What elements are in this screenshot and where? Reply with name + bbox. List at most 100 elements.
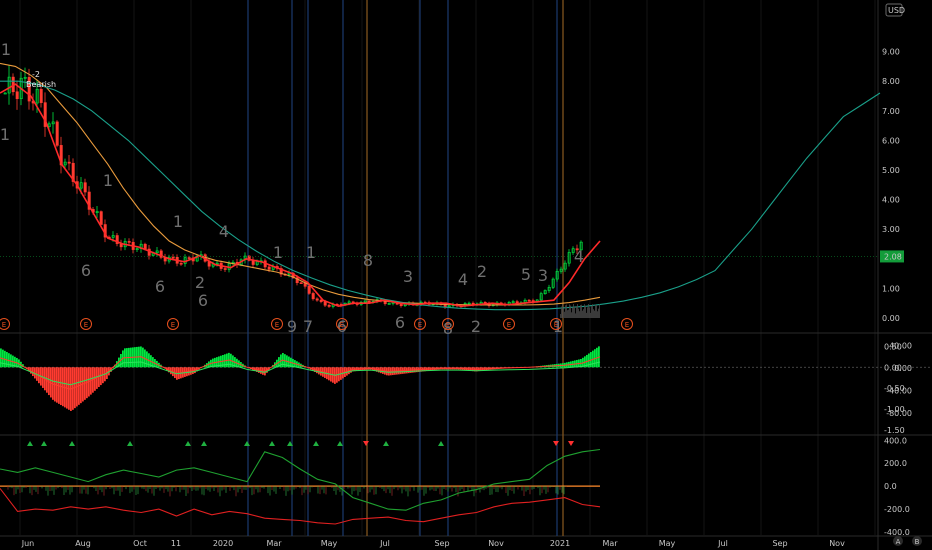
volume-bar [564,311,565,318]
indicator-axis-tick: 200.0 [884,459,907,468]
time-axis-tick: Aug [75,539,91,548]
price-axis-tick: 5.00 [882,166,900,175]
time-axis-tick: Jul [379,539,390,548]
price-axis-tick: 1.00 [882,284,900,293]
candle-body [267,266,271,270]
volume-bar [574,306,575,318]
time-axis-tick: Nov [488,539,504,548]
annotation-text: Bearish [26,80,56,89]
volume-bar [584,304,585,318]
candle-body [399,303,403,307]
earnings-marker-label: E [507,321,511,329]
indicator-axis-tick: 400.0 [884,436,907,445]
sequence-count: 1 [306,243,316,262]
signal-triangle-up-icon [337,441,343,446]
volume-bar [562,304,563,318]
sequence-count: 3 [538,266,548,285]
volume-bar [566,304,567,318]
time-axis-tick: Nov [829,539,845,548]
sequence-count: 2 [471,317,481,336]
volume-bar [561,306,562,318]
indicator-axis-tick: -400.0 [884,528,910,537]
signal-triangle-down-icon [568,441,574,446]
earnings-marker-label: E [446,321,450,329]
candle-body [143,243,147,250]
indicator-line-green [0,448,601,511]
candle-body [311,293,315,300]
sequence-count: 2 [195,273,205,292]
sequence-count: 2 [477,262,487,281]
volume-bar [599,304,600,318]
volume-bar [563,308,564,318]
osc-axis-tick-left: -1.50 [884,426,905,435]
volume-bar [575,313,576,318]
volume-bar [585,305,586,318]
osc-axis-tick-right: 0.00 [894,364,912,373]
candle-body [99,211,103,225]
sequence-count: 4 [458,270,468,289]
signal-triangle-up-icon [383,441,389,446]
osc-axis-tick-right: 40.00 [889,342,912,351]
volume-bar [565,305,566,318]
volume-bar [572,307,573,318]
time-axis-tick: Jun [21,539,35,548]
moving-average-teal [0,80,881,311]
time-axis-tick: May [659,539,676,548]
signal-triangle-down-icon [363,441,369,446]
candle-body [527,299,531,302]
sequence-count: 3 [403,267,413,286]
signal-triangle-up-icon [201,441,207,446]
volume-bar [579,311,580,318]
sequence-count: 6 [395,313,405,332]
time-axis-tick: 11 [171,539,181,548]
candle-body [299,282,303,284]
earnings-marker-label: E [418,321,422,329]
earnings-marker-label: E [84,321,88,329]
volume-bar [588,304,589,318]
candle-body [83,182,87,193]
price-axis-tick: 4.00 [882,196,900,205]
volume-bar [582,310,583,318]
volume-bar [586,312,587,318]
last-price-label: 2.08 [884,252,902,261]
sequence-count: 1 [273,243,283,262]
price-axis-tick: 3.00 [882,225,900,234]
sequence-count: 7 [303,317,313,336]
signal-triangle-up-icon [313,441,319,446]
candle-body [223,268,227,270]
indicator-line-red [0,488,601,525]
candle-body [327,304,331,307]
time-axis-tick: Mar [266,539,282,548]
candle-body [187,257,191,259]
volume-bar [589,307,590,318]
osc-axis-tick-right: -40.00 [886,386,912,395]
earnings-marker-label: E [2,321,6,329]
time-axis-tick: 2021 [550,539,570,548]
indicator-axis-tick: -200.0 [884,505,910,514]
sequence-count: 9 [287,317,297,336]
sequence-count: 6 [155,277,165,296]
time-axis-tick: Mar [602,539,618,548]
price-axis-tick: 8.00 [882,77,900,86]
price-axis-tick: 7.00 [882,107,900,116]
volume-bar [576,306,577,318]
currency-label: USD [888,6,905,15]
sequence-count: 1 [103,171,113,190]
signal-triangle-up-icon [438,441,444,446]
volume-bars [560,304,600,318]
time-axis-tick: Sep [434,539,449,548]
volume-bar [568,309,569,318]
volume-bar [587,307,588,318]
volume-bar [591,305,592,318]
time-axis-tick: Oct [133,539,147,548]
volume-bar [598,308,599,318]
signal-triangle-up-icon [27,441,33,446]
candle-body [443,304,447,308]
candle-body [67,161,71,164]
sequence-count: 5 [521,265,531,284]
signal-triangle-up-icon [269,441,275,446]
candle-body [315,298,319,301]
time-axis-tick: May [321,539,338,548]
chart-svg[interactable]: 9.008.007.006.005.004.003.002.001.000.00… [0,0,932,550]
volume-bar [577,304,578,318]
